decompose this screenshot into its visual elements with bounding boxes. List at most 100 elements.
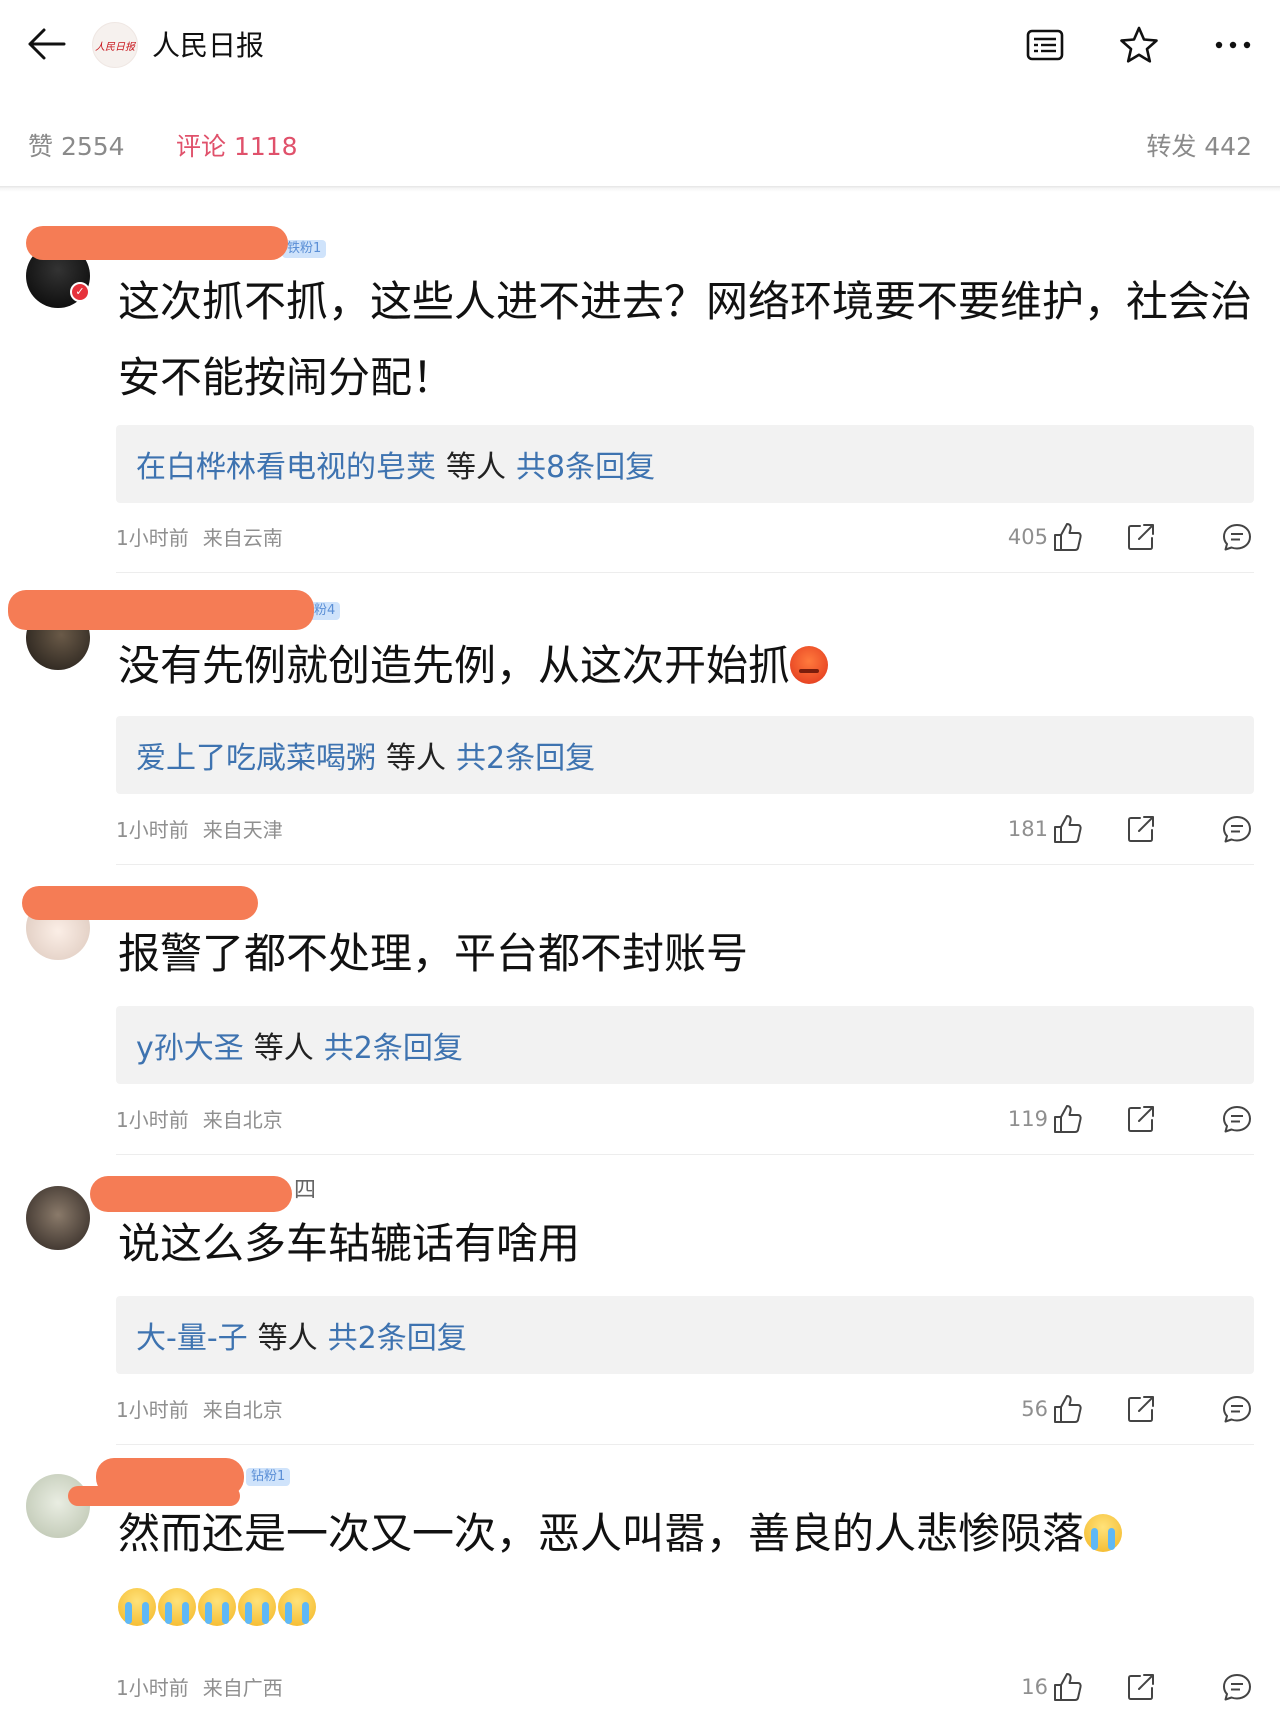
reply-user[interactable]: 爱上了吃咸菜喝粥 xyxy=(136,733,376,777)
avatar[interactable] xyxy=(26,1186,90,1250)
comment-actions: 181 xyxy=(994,812,1254,846)
emoji-row xyxy=(118,1588,318,1638)
back-arrow-icon[interactable] xyxy=(24,22,68,66)
thumbs-up-icon[interactable] xyxy=(1050,520,1084,554)
reply-preview[interactable]: 爱上了吃咸菜喝粥 等人 共2条回复 xyxy=(116,716,1254,794)
logo-text: 人民日报 xyxy=(95,41,135,53)
comment-meta: 1小时前 来自天津 xyxy=(116,816,283,844)
reply-user[interactable]: y孙大圣 xyxy=(136,1023,244,1067)
external-share-icon[interactable] xyxy=(1124,1102,1158,1136)
top-bar: 人民日报 人民日报 xyxy=(0,0,1280,92)
tab-reposts[interactable]: 转发 442 xyxy=(1146,130,1252,164)
like-count: 405 xyxy=(1007,525,1048,549)
stats-bar: 赞 2554 评论 1118 转发 442 xyxy=(0,116,1280,176)
comment-actions: 56 xyxy=(994,1392,1254,1426)
reply-connector: 等人 xyxy=(386,741,446,776)
reply-connector: 等人 xyxy=(257,1321,318,1356)
comment-time: 1小时前 xyxy=(116,1676,189,1700)
comment-time: 1小时前 xyxy=(116,526,189,550)
divider xyxy=(116,1444,1254,1445)
redacted-username xyxy=(8,590,314,630)
reply-count[interactable]: 共2条回复 xyxy=(456,733,595,777)
document-list-icon[interactable] xyxy=(1022,22,1068,68)
reply-count[interactable]: 共8条回复 xyxy=(516,442,655,486)
comment-item: 四 说这么多车轱辘话有啥用 大-量-子 等人 共2条回复 1小时前 来自北京 56 xyxy=(0,1166,1280,1445)
reply-user[interactable]: 大-量-子 xyxy=(136,1313,248,1357)
like-count: 181 xyxy=(1007,817,1048,841)
verified-badge: ✓ xyxy=(70,282,90,302)
redacted-username xyxy=(26,226,288,260)
comment-bubble-icon[interactable] xyxy=(1220,812,1254,846)
comment-time: 1小时前 xyxy=(116,818,189,842)
reply-user[interactable]: 在白桦林看电视的皂荚 xyxy=(136,442,436,486)
external-share-icon[interactable] xyxy=(1124,1392,1158,1426)
comment-bubble-icon[interactable] xyxy=(1220,520,1254,554)
tab-comments[interactable]: 评论 1118 xyxy=(176,130,298,164)
tab-likes[interactable]: 赞 2554 xyxy=(28,130,125,164)
fan-badge: 铁粉1 xyxy=(282,240,327,258)
comment-item: ✓ 铁粉1 这次抓不抓，这些人进不进去？网络环境要不要维护，社会治安不能按闹分配… xyxy=(0,222,1280,574)
comment-bubble-icon[interactable] xyxy=(1220,1392,1254,1426)
crying-face-icon xyxy=(118,1588,156,1626)
publisher-avatar[interactable]: 人民日报 xyxy=(92,22,138,68)
external-share-icon[interactable] xyxy=(1124,1670,1158,1704)
comment-text: 报警了都不处理，平台都不封账号 xyxy=(118,929,749,978)
reply-connector: 等人 xyxy=(253,1031,314,1066)
external-share-icon[interactable] xyxy=(1124,520,1158,554)
reply-preview[interactable]: 大-量-子 等人 共2条回复 xyxy=(116,1296,1254,1374)
comment-location: 来自广西 xyxy=(202,1676,283,1700)
comment-meta: 1小时前 来自北京 xyxy=(116,1106,283,1134)
username[interactable]: 四 xyxy=(294,1176,316,1206)
comment-actions: 405 xyxy=(994,520,1254,554)
external-share-icon[interactable] xyxy=(1124,812,1158,846)
more-dots-icon[interactable] xyxy=(1210,22,1256,68)
divider xyxy=(116,864,1254,865)
comment-time: 1小时前 xyxy=(116,1108,189,1132)
thumbs-up-icon[interactable] xyxy=(1050,1670,1084,1704)
like-count: 16 xyxy=(1021,1675,1048,1699)
avatar[interactable] xyxy=(26,1474,90,1538)
comment-text: 没有先例就创造先例，从这次开始抓 xyxy=(118,628,1258,704)
comment-text: 说这么多车轱辘话有啥用 xyxy=(118,1219,581,1268)
comment-location: 来自北京 xyxy=(202,1108,283,1132)
comment-actions: 119 xyxy=(994,1102,1254,1136)
comment-text: 然而还是一次又一次，恶人叫嚣，善良的人悲惨陨落 xyxy=(118,1496,1258,1572)
reply-preview[interactable]: 在白桦林看电视的皂荚 等人 共8条回复 xyxy=(116,425,1254,503)
redacted-username xyxy=(22,886,258,920)
comment-item: g 报警了都不处理，平台都不封账号 y孙大圣 等人 共2条回复 1小时前来自北京… xyxy=(0,876,1280,1155)
comment-bubble-icon[interactable] xyxy=(1220,1102,1254,1136)
page-title[interactable]: 人民日报 xyxy=(152,26,264,66)
comment-text: 这次抓不抓，这些人进不进去？网络环境要不要维护，社会治安不能按闹分配！ xyxy=(118,277,1253,402)
thumbs-up-icon[interactable] xyxy=(1050,1102,1084,1136)
crying-face-icon xyxy=(238,1588,276,1626)
reply-count[interactable]: 共2条回复 xyxy=(328,1313,467,1357)
divider xyxy=(116,1154,1254,1155)
crying-face-icon xyxy=(198,1588,236,1626)
comment-location: 来自云南 xyxy=(202,526,283,550)
comment-meta: 1小时前 来自云南 xyxy=(116,524,283,552)
comment-time: 1小时前 xyxy=(116,1398,189,1422)
fan-badge: 钻粉1 xyxy=(246,1468,291,1486)
thumbs-up-icon[interactable] xyxy=(1050,812,1084,846)
reply-connector: 等人 xyxy=(446,450,506,485)
thumbs-up-icon[interactable] xyxy=(1050,1392,1084,1426)
like-count: 119 xyxy=(1007,1107,1048,1131)
star-icon[interactable] xyxy=(1116,22,1162,68)
header-divider xyxy=(0,186,1280,192)
like-count: 56 xyxy=(1021,1397,1048,1421)
crying-face-icon xyxy=(158,1588,196,1626)
comment-actions: 16 xyxy=(994,1670,1254,1704)
crying-face-icon xyxy=(278,1588,316,1626)
reply-count[interactable]: 共2条回复 xyxy=(324,1023,463,1067)
comment-bubble-icon[interactable] xyxy=(1220,1670,1254,1704)
comment-location: 来自北京 xyxy=(202,1398,283,1422)
comment-item: 钻粉1 然而还是一次又一次，恶人叫嚣，善良的人悲惨陨落 1小时前 来自广西 16 xyxy=(0,1456,1280,1718)
comment-location: 来自天津 xyxy=(202,818,283,842)
angry-face-icon xyxy=(790,646,829,684)
reply-preview[interactable]: y孙大圣 等人 共2条回复 xyxy=(116,1006,1254,1084)
comment-body: 然而还是一次又一次，恶人叫嚣，善良的人悲惨陨落 xyxy=(118,1509,1085,1558)
comment-body: 没有先例就创造先例，从这次开始抓 xyxy=(118,641,791,690)
comment-meta: 1小时前 来自广西 xyxy=(116,1674,283,1702)
divider xyxy=(116,572,1254,573)
comment-meta: 1小时前 来自北京 xyxy=(116,1396,283,1424)
